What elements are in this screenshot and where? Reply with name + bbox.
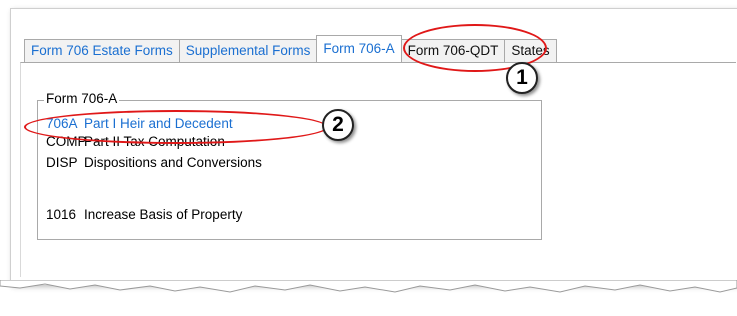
tab-supplemental-forms[interactable]: Supplemental Forms	[178, 39, 318, 62]
torn-edge-shape	[0, 280, 737, 293]
callout-badge-1: 1	[506, 62, 538, 94]
torn-edge-decoration	[0, 280, 737, 293]
form-item-1016[interactable]: 1016 Increase Basis of Property	[46, 206, 242, 224]
form-label: Dispositions and Conversions	[84, 155, 262, 170]
callout-ellipse-2	[24, 110, 328, 144]
form-code: DISP	[46, 155, 78, 170]
callout-badge-2: 2	[322, 109, 354, 141]
tab-form-706-estate-forms[interactable]: Form 706 Estate Forms	[24, 39, 180, 62]
form-label: Increase Basis of Property	[84, 207, 243, 222]
group-title: Form 706-A	[44, 91, 120, 106]
form-item-disp[interactable]: DISP Dispositions and Conversions	[46, 154, 262, 172]
tab-form-706-a[interactable]: Form 706-A	[316, 35, 402, 62]
form-code: 1016	[46, 207, 77, 222]
